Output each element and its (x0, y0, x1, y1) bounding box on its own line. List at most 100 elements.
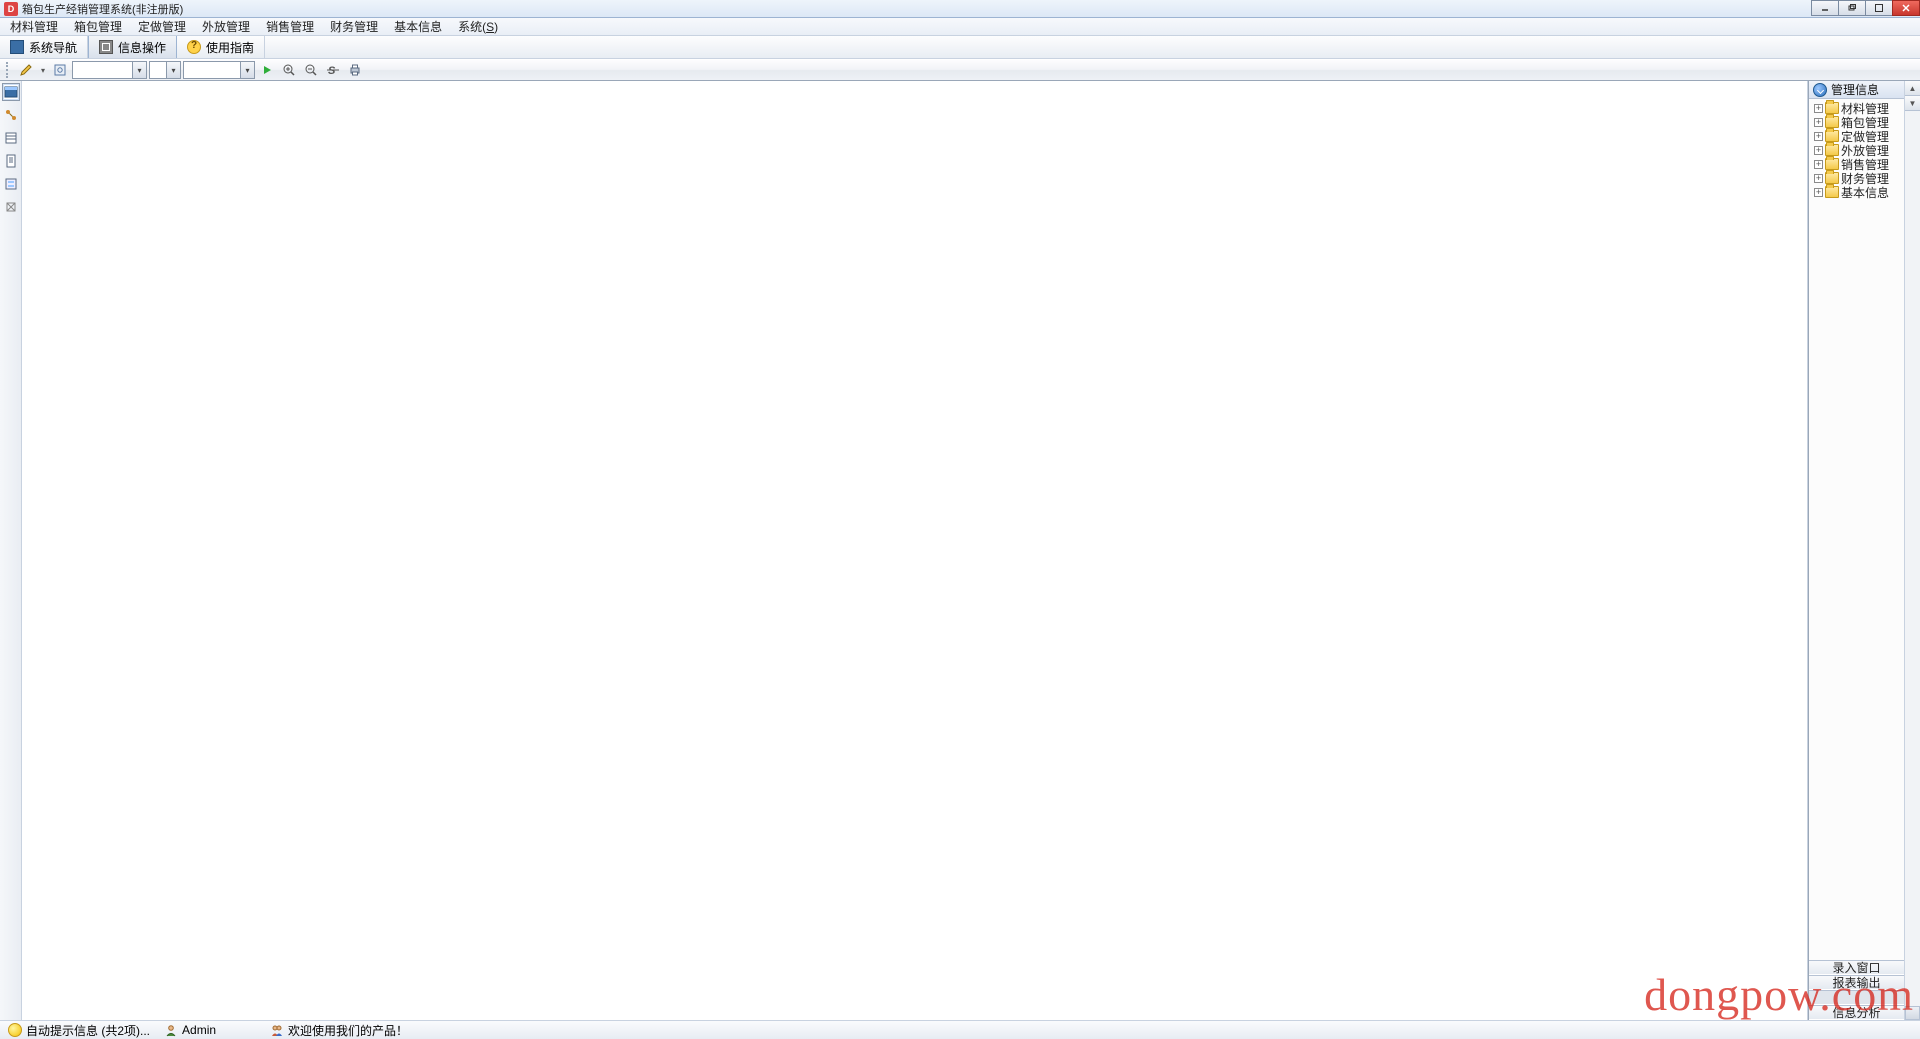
menu-finance[interactable]: 财务管理 (322, 17, 386, 36)
folder-icon (1825, 130, 1839, 142)
users-icon (270, 1023, 284, 1037)
lightbulb-icon (8, 1023, 22, 1037)
workspace (22, 81, 1808, 1020)
minimize-button[interactable] (1811, 0, 1839, 16)
tool-info-ops[interactable]: 信息操作 (88, 36, 177, 58)
tool-system-nav[interactable]: 系统导航 (0, 36, 88, 58)
folder-icon (1825, 144, 1839, 156)
expand-icon[interactable]: + (1814, 188, 1823, 197)
window-icon (10, 40, 24, 54)
close-button[interactable] (1892, 0, 1920, 16)
combo-category-value (73, 62, 132, 78)
stack-spacer (1809, 990, 1904, 1005)
combo-search-value (184, 62, 240, 78)
folder-icon (1825, 172, 1839, 184)
menu-bar: 材料管理 箱包管理 定做管理 外放管理 销售管理 财务管理 基本信息 系统(S) (0, 18, 1920, 36)
zoom-out-icon[interactable] (303, 62, 319, 78)
right-panel-header[interactable]: 管理信息 (1809, 81, 1904, 99)
scroll-down-icon[interactable]: ▼ (1905, 96, 1920, 111)
zoom-in-icon[interactable] (281, 62, 297, 78)
back-icon (1813, 83, 1827, 97)
right-panel: 管理信息 +材料管理 +箱包管理 +定做管理 +外放管理 +销售管理 +财务管理… (1808, 81, 1904, 1020)
left-tab-list[interactable] (2, 129, 20, 147)
tool-info-ops-label: 信息操作 (118, 39, 166, 56)
status-bar: 自动提示信息 (共2项)... Admin 欢迎使用我们的产品！ (0, 1020, 1920, 1039)
combo-operator[interactable]: ▾ (149, 61, 181, 79)
preview-icon[interactable] (52, 62, 68, 78)
left-tab-form[interactable] (2, 175, 20, 193)
right-panel-wrap: 管理信息 +材料管理 +箱包管理 +定做管理 +外放管理 +销售管理 +财务管理… (1808, 81, 1920, 1020)
menu-system[interactable]: 系统(S) (450, 17, 506, 36)
folder-icon (1825, 158, 1839, 170)
right-panel-title: 管理信息 (1831, 81, 1879, 98)
right-panel-stack: 录入窗口 报表输出 信息分析 (1809, 960, 1904, 1020)
combo-operator-value (150, 62, 166, 78)
expand-icon[interactable]: + (1814, 174, 1823, 183)
status-welcome: 欢迎使用我们的产品！ (266, 1022, 412, 1039)
status-auto-label: 自动提示信息 (共2项)... (26, 1022, 150, 1039)
stack-report-output[interactable]: 报表输出 (1809, 975, 1904, 990)
menu-system-close: ) (494, 20, 498, 34)
left-tab-window[interactable] (2, 83, 20, 101)
tool-system-nav-label: 系统导航 (29, 39, 77, 56)
chevron-down-icon: ▾ (166, 62, 180, 78)
help-icon (187, 40, 201, 54)
scroll-up-icon[interactable]: ▲ (1905, 81, 1920, 96)
left-tab-strip (0, 81, 22, 1020)
left-tab-design[interactable] (2, 198, 20, 216)
menu-custom[interactable]: 定做管理 (130, 17, 194, 36)
left-tab-relation[interactable] (2, 106, 20, 124)
right-scrollbar[interactable]: ▲ ▼ (1904, 81, 1920, 1020)
status-welcome-label: 欢迎使用我们的产品！ (288, 1022, 408, 1039)
stack-input-window[interactable]: 录入窗口 (1809, 960, 1904, 975)
folder-icon (1825, 186, 1839, 198)
stack-info-analysis[interactable]: 信息分析 (1809, 1005, 1904, 1020)
menu-system-key: S (486, 20, 494, 34)
expand-icon[interactable]: + (1814, 146, 1823, 155)
menu-luggage[interactable]: 箱包管理 (66, 17, 130, 36)
user-icon (164, 1023, 178, 1037)
chevron-down-icon: ▾ (240, 62, 254, 78)
run-icon[interactable] (259, 62, 275, 78)
menu-basic[interactable]: 基本信息 (386, 17, 450, 36)
print-icon[interactable] (347, 62, 363, 78)
combo-search[interactable]: ▾ (183, 61, 255, 79)
tree-label: 基本信息 (1841, 184, 1889, 201)
title-bar: D 箱包生产经销管理系统(非注册版) (0, 0, 1920, 18)
chevron-down-icon: ▾ (132, 62, 146, 78)
menu-sales[interactable]: 销售管理 (258, 17, 322, 36)
tool-help-guide[interactable]: 使用指南 (177, 36, 265, 58)
search-toolbar: ▾ ▾ ▾ ▾ S (0, 59, 1920, 81)
expand-icon[interactable]: + (1814, 160, 1823, 169)
main-toolbar: 系统导航 信息操作 使用指南 (0, 36, 1920, 59)
menu-materials[interactable]: 材料管理 (2, 17, 66, 36)
tool-help-guide-label: 使用指南 (206, 39, 254, 56)
window-title: 箱包生产经销管理系统(非注册版) (22, 1, 183, 17)
edit-icon[interactable] (18, 62, 34, 78)
svg-text:S: S (328, 65, 336, 77)
status-auto-tips[interactable]: 自动提示信息 (共2项)... (4, 1022, 154, 1039)
expand-icon[interactable]: + (1814, 118, 1823, 127)
folder-icon (1825, 102, 1839, 114)
combo-category[interactable]: ▾ (72, 61, 147, 79)
status-user-label: Admin (182, 1023, 216, 1037)
grid-icon (99, 40, 113, 54)
maximize-button[interactable] (1865, 0, 1893, 16)
management-tree: +材料管理 +箱包管理 +定做管理 +外放管理 +销售管理 +财务管理 +基本信… (1809, 99, 1904, 960)
edit-dropdown[interactable]: ▾ (38, 62, 48, 78)
toolbar-grip[interactable] (6, 62, 10, 78)
tree-item-basic[interactable]: + 基本信息 (1811, 185, 1902, 199)
menu-outsource[interactable]: 外放管理 (194, 17, 258, 36)
folder-icon (1825, 116, 1839, 128)
expand-icon[interactable]: + (1814, 132, 1823, 141)
app-icon: D (4, 2, 18, 16)
left-tab-doc[interactable] (2, 152, 20, 170)
main-area: 管理信息 +材料管理 +箱包管理 +定做管理 +外放管理 +销售管理 +财务管理… (0, 81, 1920, 1020)
scroll-thumb[interactable] (1905, 1006, 1920, 1020)
expand-icon[interactable]: + (1814, 104, 1823, 113)
menu-system-label: 系统( (458, 20, 486, 34)
status-user[interactable]: Admin (160, 1023, 220, 1037)
strike-icon[interactable]: S (325, 62, 341, 78)
restore-button[interactable] (1838, 0, 1866, 16)
window-controls (1812, 0, 1920, 18)
